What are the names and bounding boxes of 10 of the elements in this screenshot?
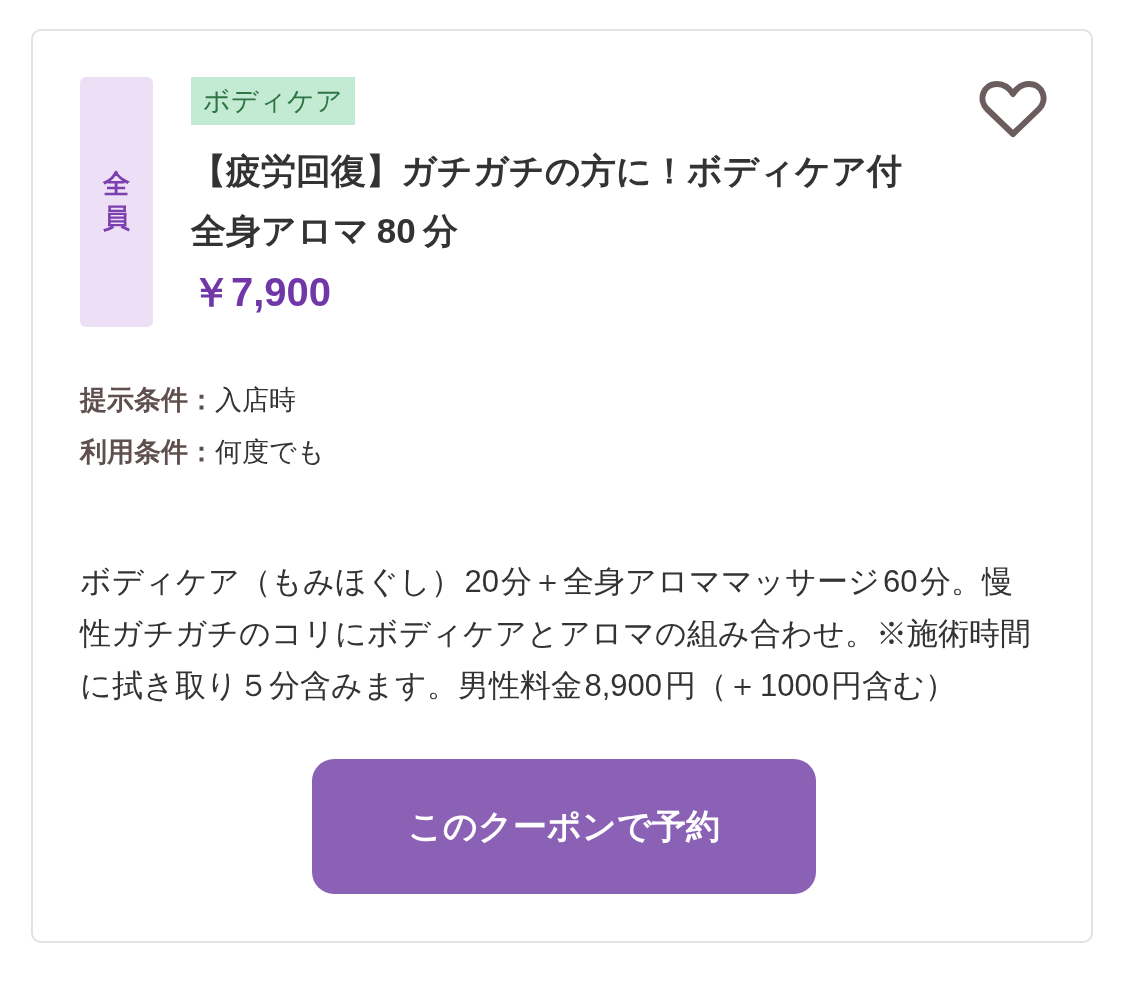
coupon-description: ボディケア（もみほぐし）20分＋全身アロママッサージ60分。慢性ガチガチのコリにボディケアとアロマの組み合わせ。※施術時間に拭き取り５分含みます。男性料金8,900円（＋1000円含む） [80,563,1032,705]
heart-icon[interactable] [979,80,1047,138]
condition-label: 利用条件： [80,436,215,469]
condition-value: 何度でも [215,436,325,469]
reserve-coupon-button[interactable]: このクーポンで予約 [311,759,816,894]
condition-label: 提示条件： [80,384,215,417]
category-tag: ボディケア [191,77,355,125]
condition-value: 入店時 [215,384,296,417]
price: ￥7,900 [191,269,332,316]
audience-badge: 全員 [80,77,153,327]
